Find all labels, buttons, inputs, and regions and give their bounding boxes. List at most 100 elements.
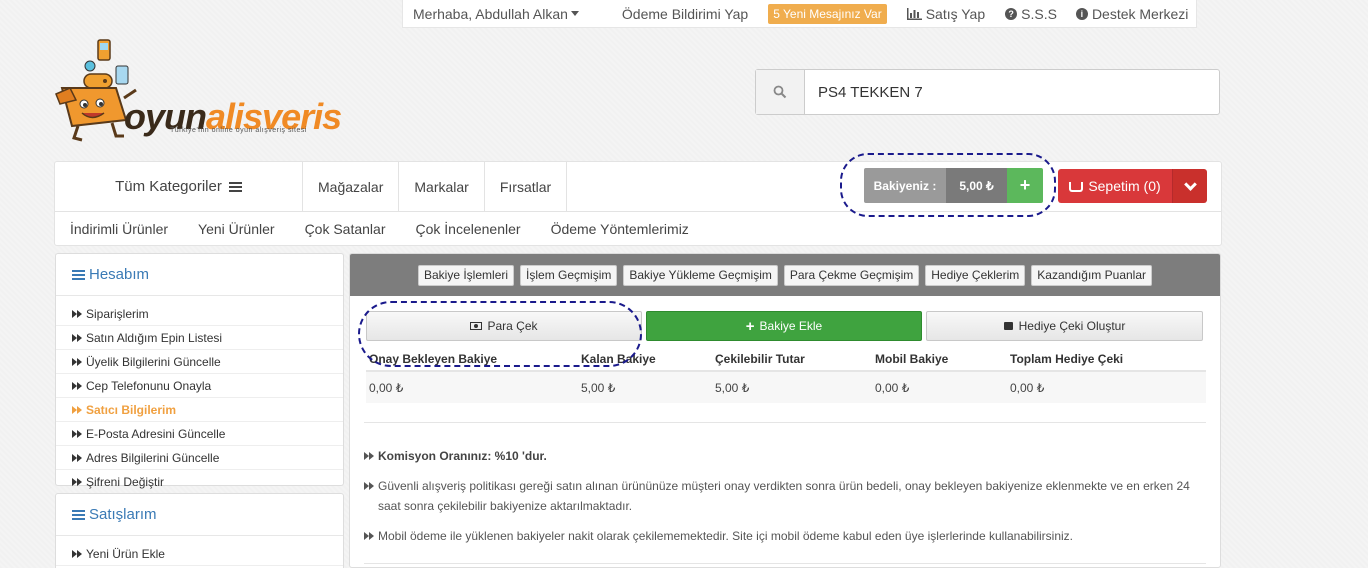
note-text: Mobil ödeme ile yüklenen bakiyeler nakit… [378, 529, 1074, 543]
sidebar-item-label: Cep Telefonunu Onayla [86, 378, 212, 393]
table-row: 0,00 ₺ 5,00 ₺ 5,00 ₺ 0,00 ₺ 0,00 ₺ [366, 372, 1206, 403]
nav-link-stores[interactable]: Mağazalar [303, 162, 400, 211]
double-arrow-icon [72, 405, 82, 414]
main-nav: Tüm Kategoriler Mağazalar Markalar Fırsa… [54, 161, 1222, 246]
double-arrow-icon [72, 429, 82, 438]
sidebar-item-epin-list[interactable]: Satın Aldığım Epin Listesi [56, 326, 343, 350]
tab-earned-points[interactable]: Kazandığım Puanlar [1031, 264, 1152, 286]
tab-transaction-history[interactable]: İşlem Geçmişim [520, 264, 618, 286]
info-icon: i [1075, 7, 1088, 20]
cash-icon [470, 322, 483, 330]
create-gift-card-label: Hediye Çeki Oluştur [1018, 319, 1126, 333]
top-bar: Merhaba, Abdullah Alkan Ödeme Bildirimi … [402, 0, 1197, 28]
nav-sub-new[interactable]: Yeni Ürünler [198, 221, 275, 237]
hamburger-icon [228, 180, 242, 194]
faq-link[interactable]: ? S.S.S [1005, 6, 1057, 22]
double-arrow-icon [364, 482, 374, 516]
secure-shopping-note: Güvenli alışveriş politikası gereği satı… [364, 476, 1204, 516]
nav-sub-payment-methods[interactable]: Ödeme Yöntemlerimiz [551, 221, 689, 237]
add-balance-label: Bakiye Ekle [759, 319, 823, 333]
sidebar-item-seller-info[interactable]: Satıcı Bilgilerim [56, 398, 343, 422]
messages-badge[interactable]: 5 Yeni Mesajınız Var [768, 3, 887, 24]
sidebar-item-update-address[interactable]: Adres Bilgilerini Güncelle [56, 446, 343, 470]
user-menu[interactable]: Merhaba, Abdullah Alkan [413, 6, 579, 22]
account-panel: Hesabım Siparişlerim Satın Aldığım Epin … [55, 253, 344, 489]
sidebar-item-add-product[interactable]: Yeni Ürün Ekle [56, 542, 343, 566]
payment-notice-link[interactable]: Ödeme Bildirimi Yap [622, 6, 748, 22]
double-arrow-icon [364, 532, 374, 546]
note-text: Güvenli alışveriş politikası gereği satı… [378, 479, 1190, 513]
search-bar [755, 69, 1220, 115]
support-label: Destek Merkezi [1091, 5, 1189, 22]
site-logo[interactable]: oyunalisveris Türkiye'nin online oyun al… [54, 38, 374, 146]
create-gift-card-button[interactable]: Hediye Çeki Oluştur [926, 311, 1203, 341]
cell-mobile-balance: 0,00 ₺ [875, 380, 910, 395]
sidebar-item-change-password[interactable]: Şifreni Değiştir [56, 470, 343, 494]
sidebar-item-label: Adres Bilgilerini Güncelle [86, 450, 220, 465]
chevron-down-icon [1183, 177, 1197, 191]
nav-link-deals[interactable]: Fırsatlar [485, 162, 568, 211]
sidebar-item-label: Üyelik Bilgilerini Güncelle [86, 354, 221, 369]
cart-button[interactable]: Sepetim (0) [1058, 169, 1173, 203]
add-balance-plus-button[interactable]: + [1007, 168, 1043, 203]
nav-sub-most-viewed[interactable]: Çok İncelenenler [416, 221, 521, 237]
tab-gift-cards[interactable]: Hediye Çeklerim [925, 264, 1026, 286]
search-button[interactable] [756, 70, 805, 114]
search-icon [773, 85, 787, 99]
col-mobile-balance: Mobil Bakiye [875, 352, 949, 366]
col-remaining-balance: Kalan Bakiye [581, 352, 656, 366]
divider [364, 422, 1206, 423]
sales-panel: Satışlarım Yeni Ürün Ekle [55, 493, 344, 568]
double-arrow-icon [72, 333, 82, 342]
sidebar-item-label: Yeni Ürün Ekle [86, 546, 165, 561]
balance-table: Onay Bekleyen Bakiye Kalan Bakiye Çekile… [366, 348, 1206, 403]
double-arrow-icon [364, 452, 374, 466]
mobile-payment-note: Mobil ödeme ile yüklenen bakiyeler nakit… [364, 526, 1204, 546]
bar-chart-icon [906, 7, 922, 20]
cell-pending-balance: 0,00 ₺ [369, 380, 404, 395]
account-title: Hesabım [89, 266, 150, 283]
withdraw-label: Para Çek [487, 319, 538, 333]
info-notes: Komisyon Oranınız: %10 'dur. Güvenli alı… [364, 446, 1204, 556]
account-panel-title: Hesabım [56, 254, 343, 296]
double-arrow-icon [72, 357, 82, 366]
greeting-text: Merhaba, Abdullah Alkan [413, 5, 568, 22]
sidebar-item-verify-phone[interactable]: Cep Telefonunu Onayla [56, 374, 343, 398]
caret-down-icon [570, 11, 579, 16]
cell-remaining-balance: 5,00 ₺ [581, 380, 616, 395]
logo-tagline: Türkiye'nin online oyun alışveriş sitesi [170, 127, 307, 134]
nav-sub-discounted[interactable]: İndirimli Ürünler [70, 221, 168, 237]
col-pending-balance: Onay Bekleyen Bakiye [369, 352, 498, 366]
withdraw-button[interactable]: Para Çek [366, 311, 642, 341]
cart-widget: Sepetim (0) [1058, 169, 1207, 203]
sidebar-item-label: Şifreni Değiştir [86, 475, 165, 489]
all-categories-button[interactable]: Tüm Kategoriler [55, 162, 303, 211]
nav-sub-bestsellers[interactable]: Çok Satanlar [305, 221, 386, 237]
tab-balance-operations[interactable]: Bakiye İşlemleri [418, 264, 515, 286]
double-arrow-icon [72, 549, 82, 558]
search-input[interactable] [805, 70, 1219, 114]
double-arrow-icon [72, 309, 82, 318]
sidebar-item-update-profile[interactable]: Üyelik Bilgilerini Güncelle [56, 350, 343, 374]
tab-withdraw-history[interactable]: Para Çekme Geçmişim [783, 264, 920, 286]
main-content: Bakiye İşlemleri İşlem Geçmişim Bakiye Y… [349, 253, 1221, 568]
sales-panel-title: Satışlarım [56, 494, 343, 536]
balance-actions: Para Çek + Bakiye Ekle Hediye Çeki Oluşt… [366, 311, 1203, 341]
cart-dropdown-button[interactable] [1173, 169, 1207, 203]
balance-label: Bakiyeniz : [864, 168, 946, 203]
divider [364, 563, 1206, 564]
nav-link-brands[interactable]: Markalar [399, 162, 485, 211]
sidebar-item-update-email[interactable]: E-Posta Adresini Güncelle [56, 422, 343, 446]
basket-icon [1069, 182, 1084, 192]
list-icon [72, 508, 85, 522]
sidebar-item-label: Satın Aldığım Epin Listesi [86, 330, 223, 345]
all-categories-label: Tüm Kategoriler [115, 178, 222, 195]
sidebar-item-orders[interactable]: Siparişlerim [56, 302, 343, 326]
note-text: Komisyon Oranınız: %10 'dur. [378, 449, 547, 463]
sell-link[interactable]: Satış Yap [906, 6, 985, 22]
list-icon [72, 268, 85, 282]
add-balance-button[interactable]: + Bakiye Ekle [646, 311, 922, 341]
tab-topup-history[interactable]: Bakiye Yükleme Geçmişim [623, 264, 778, 286]
sidebar-item-label: Siparişlerim [86, 306, 149, 321]
support-link[interactable]: i Destek Merkezi [1075, 5, 1189, 22]
